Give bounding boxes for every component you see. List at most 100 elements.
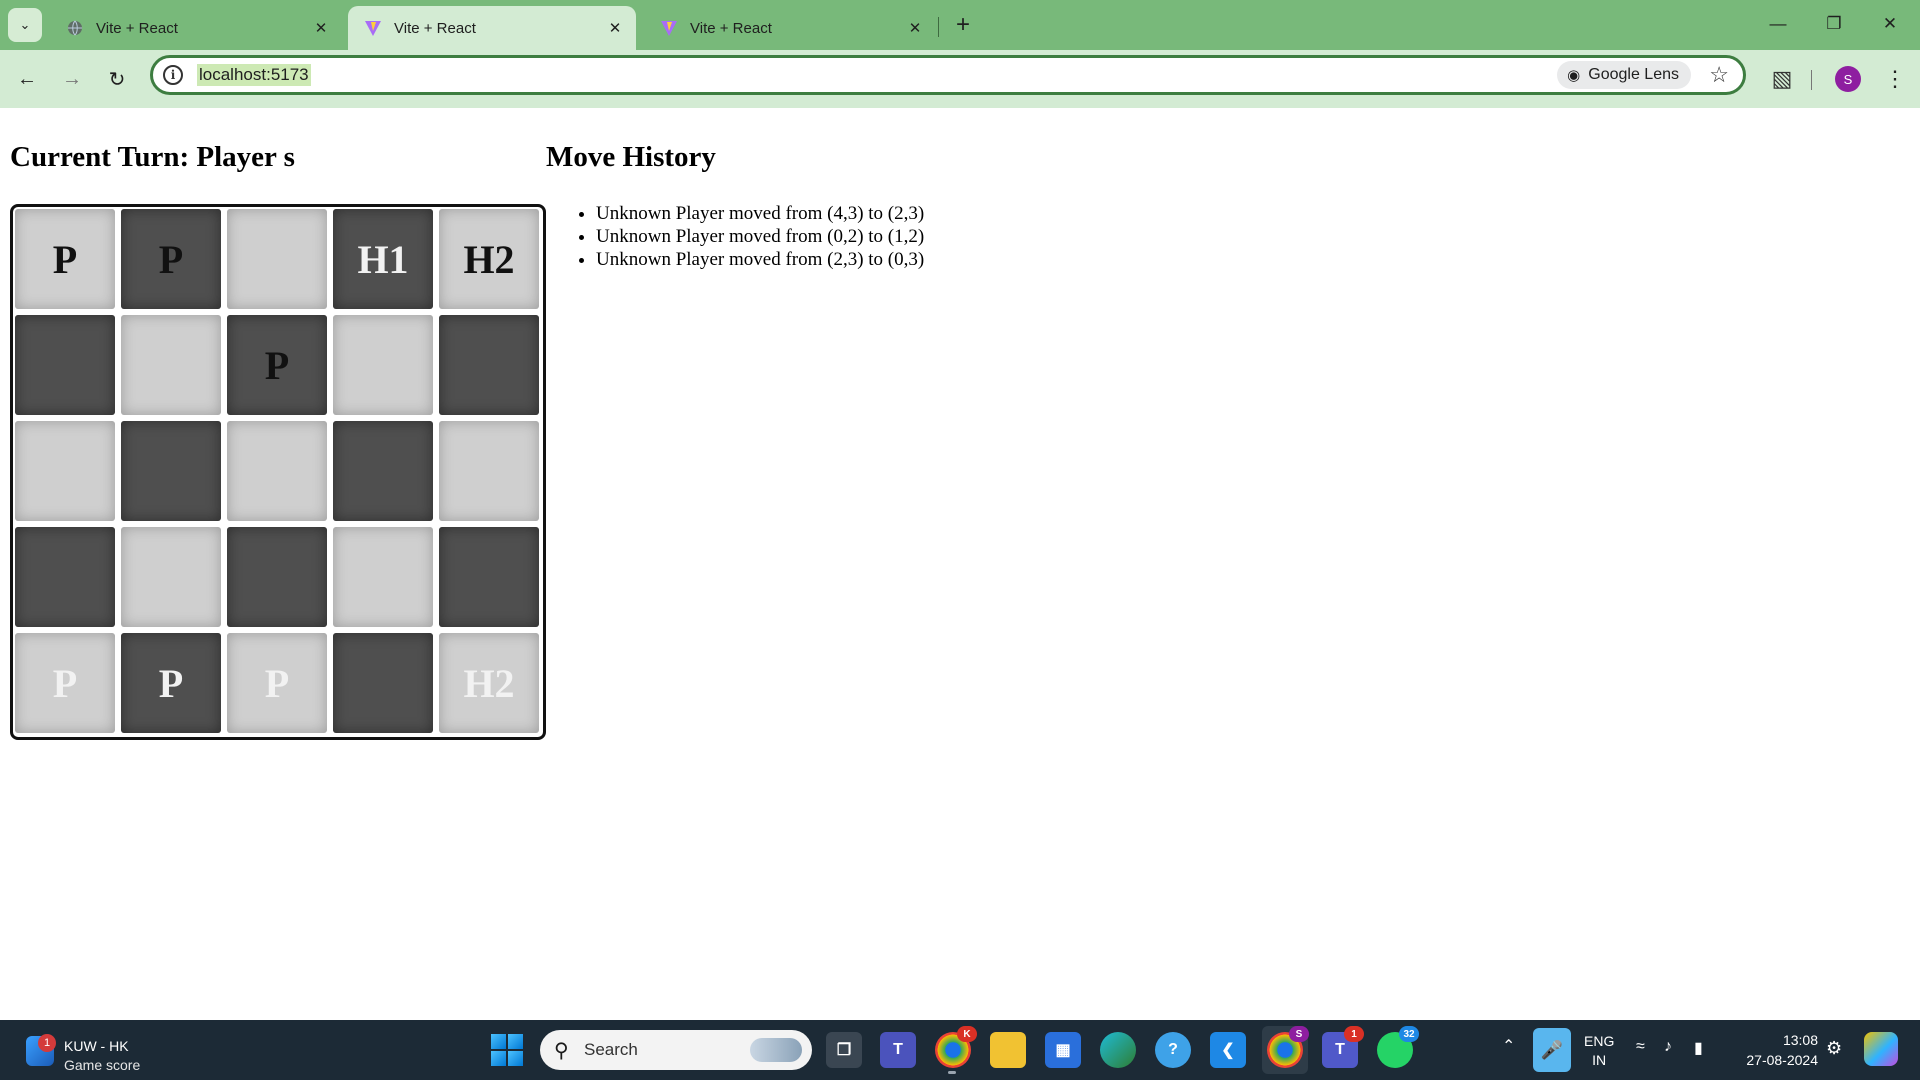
chevron-down-icon: ⌄ (19, 17, 31, 32)
back-button[interactable]: ← (10, 62, 44, 96)
wifi-icon[interactable]: ≈ (1636, 1038, 1645, 1056)
board-cell-3-4[interactable] (439, 527, 539, 627)
more-vert-icon: ⋮ (1884, 66, 1906, 91)
widget-subtitle: Game score (64, 1057, 141, 1073)
url-text[interactable]: localhost:5173 (197, 64, 311, 86)
game-board: P P H1 H2 P P P P H2 (10, 204, 546, 740)
chevron-up-icon[interactable]: ⌃ (1502, 1036, 1515, 1056)
browser-toolbar: ← → ↻ i localhost:5173 ◉ Google Lens ☆ ▧… (0, 50, 1920, 108)
move-history-list: Unknown Player moved from (4,3) to (2,3)… (566, 202, 924, 271)
profile-avatar[interactable]: S (1835, 66, 1861, 92)
forward-button[interactable]: → (55, 62, 89, 96)
help-icon[interactable]: ? (1155, 1032, 1191, 1068)
new-tab-button[interactable]: + (948, 10, 978, 40)
minimize-icon: — (1769, 14, 1787, 33)
vite-icon (364, 19, 382, 37)
board-cell-0-1[interactable]: P (121, 209, 221, 309)
board-cell-1-4[interactable] (439, 315, 539, 415)
taskbar: 1 KUW - HK Game score ⚲ Search ❐ T K ▦ ?… (0, 1020, 1920, 1080)
tab-2-active[interactable]: Vite + React ✕ (348, 6, 636, 50)
arrow-left-icon: ← (17, 67, 37, 90)
board-cell-2-0[interactable] (15, 421, 115, 521)
chrome-active-icon[interactable]: S (1267, 1026, 1309, 1068)
store-icon[interactable]: ▦ (1045, 1032, 1081, 1068)
globe-icon (66, 19, 84, 37)
board-cell-3-0[interactable] (15, 527, 115, 627)
restore-button[interactable]: ❐ (1806, 0, 1862, 48)
board-cell-0-4[interactable]: H2 (439, 209, 539, 309)
board-cell-0-0[interactable]: P (15, 209, 115, 309)
menu-button[interactable]: ⋮ (1880, 62, 1910, 96)
close-icon[interactable]: ✕ (602, 15, 628, 41)
close-window-button[interactable]: ✕ (1862, 0, 1918, 48)
tab-title: Vite + React (690, 19, 772, 37)
board-cell-0-2[interactable] (227, 209, 327, 309)
tab-strip: ⌄ Vite + React ✕ Vite + React ✕ Vite + R… (0, 0, 1920, 50)
notification-bell-icon[interactable]: ⚙ (1826, 1038, 1842, 1059)
battery-icon[interactable]: ▮ (1694, 1038, 1703, 1058)
windows-start-icon[interactable] (491, 1034, 523, 1066)
board-cell-3-1[interactable] (121, 527, 221, 627)
list-item: Unknown Player moved from (0,2) to (1,2) (596, 225, 924, 248)
copilot-icon[interactable] (1864, 1032, 1898, 1066)
board-cell-1-3[interactable] (333, 315, 433, 415)
task-view-icon[interactable]: ❐ (826, 1032, 862, 1068)
reload-button[interactable]: ↻ (100, 62, 134, 96)
close-icon[interactable]: ✕ (902, 15, 928, 41)
board-cell-1-0[interactable] (15, 315, 115, 415)
board-cell-0-3[interactable]: H1 (333, 209, 433, 309)
microphone-icon[interactable]: 🎤 (1533, 1028, 1571, 1072)
file-explorer-icon[interactable] (990, 1032, 1026, 1068)
board-cell-4-2[interactable]: P (227, 633, 327, 733)
widget-title: KUW - HK (64, 1038, 129, 1054)
close-icon: ✕ (1882, 14, 1898, 33)
restore-icon: ❐ (1826, 14, 1842, 33)
extensions-button[interactable]: ▧ (1765, 62, 1799, 96)
chrome-profile-badge: K (957, 1026, 977, 1042)
chrome-icon[interactable]: K (935, 1026, 977, 1074)
toolbar-divider (1811, 70, 1812, 90)
tab-divider (938, 17, 939, 37)
board-cell-3-2[interactable] (227, 527, 327, 627)
search-icon: ⚲ (554, 1040, 569, 1062)
vite-icon (660, 19, 678, 37)
board-cell-2-4[interactable] (439, 421, 539, 521)
clock[interactable]: 13:08 27-08-2024 (1736, 1030, 1818, 1070)
vscode-icon[interactable]: ❮ (1210, 1032, 1246, 1068)
lens-label: Google Lens (1588, 66, 1679, 83)
close-icon[interactable]: ✕ (308, 15, 334, 41)
google-lens-button[interactable]: ◉ Google Lens (1557, 61, 1691, 89)
list-item: Unknown Player moved from (2,3) to (0,3) (596, 248, 924, 271)
info-icon[interactable]: i (163, 65, 183, 85)
teams-work-icon[interactable]: T 1 (1322, 1026, 1364, 1068)
board-cell-1-1[interactable] (121, 315, 221, 415)
board-cell-4-4[interactable]: H2 (439, 633, 539, 733)
score-widget[interactable]: 1 KUW - HK Game score (20, 1028, 170, 1074)
board-cell-4-0[interactable]: P (15, 633, 115, 733)
tab-search-button[interactable]: ⌄ (8, 8, 42, 42)
tab-1[interactable]: Vite + React ✕ (50, 6, 342, 50)
bookmark-star-icon[interactable]: ☆ (1709, 62, 1729, 88)
teams-icon[interactable]: T (880, 1032, 916, 1068)
board-cell-4-1[interactable]: P (121, 633, 221, 733)
whatsapp-icon[interactable]: 32 (1377, 1026, 1419, 1068)
volume-icon[interactable]: ♪ (1664, 1038, 1672, 1056)
tab-title: Vite + React (394, 19, 476, 37)
edge-icon[interactable] (1100, 1032, 1136, 1068)
minimize-button[interactable]: — (1750, 0, 1806, 48)
language-indicator[interactable]: ENG IN (1584, 1032, 1614, 1070)
tab-title: Vite + React (96, 19, 178, 37)
board-cell-4-3[interactable] (333, 633, 433, 733)
reload-icon: ↻ (108, 68, 126, 91)
list-item: Unknown Player moved from (4,3) to (2,3) (596, 202, 924, 225)
board-cell-1-2[interactable]: P (227, 315, 327, 415)
clock-date: 27-08-2024 (1746, 1052, 1818, 1068)
address-bar[interactable]: i localhost:5173 ◉ Google Lens ☆ (150, 55, 1746, 95)
taskbar-search[interactable]: ⚲ Search (540, 1030, 812, 1070)
lang-line1: ENG (1584, 1033, 1615, 1049)
board-cell-2-3[interactable] (333, 421, 433, 521)
board-cell-2-2[interactable] (227, 421, 327, 521)
board-cell-2-1[interactable] (121, 421, 221, 521)
tab-3[interactable]: Vite + React ✕ (644, 6, 936, 50)
board-cell-3-3[interactable] (333, 527, 433, 627)
